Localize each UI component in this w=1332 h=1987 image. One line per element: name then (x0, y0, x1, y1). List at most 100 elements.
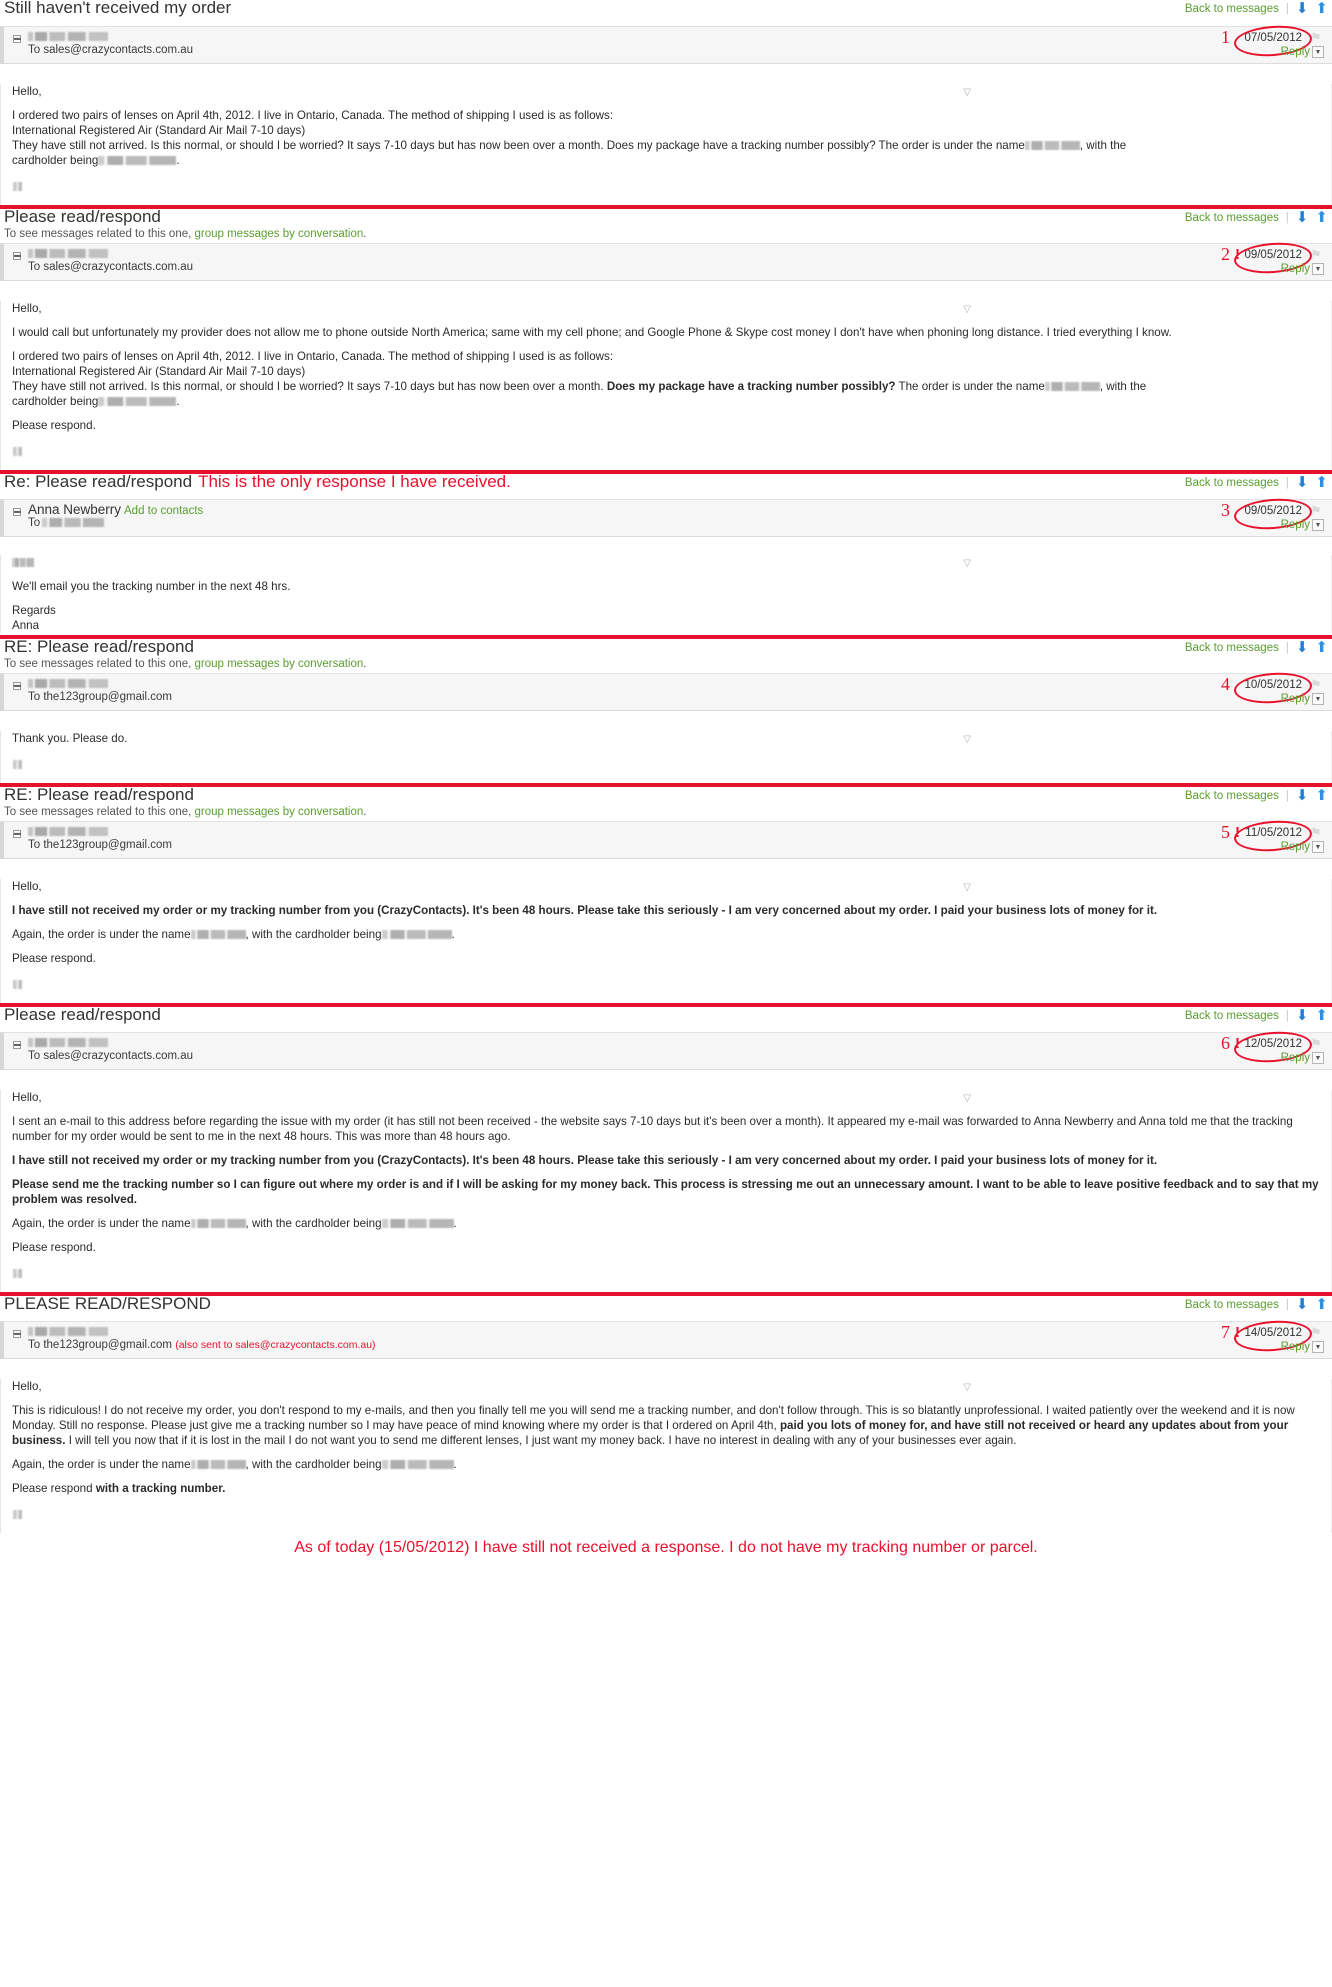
arrow-up-icon[interactable]: ⬆ (1315, 640, 1328, 655)
annotation-number: 4 (1221, 674, 1230, 694)
collapse-caret-icon[interactable]: ▽ (963, 1093, 971, 1104)
arrow-down-icon[interactable]: ⬇ (1296, 1, 1309, 16)
message-block-6: Please read/respond Back to messages | ⬇… (0, 1005, 1332, 1296)
message-header: ▬ To the123group@gmail.com 4 10/05/2012 … (0, 670, 1332, 711)
body-paragraph: Hello, (12, 1380, 42, 1393)
conversation-hint-suffix: . (363, 806, 367, 818)
divider: | (1285, 789, 1289, 802)
collapse-caret-icon[interactable]: ▽ (963, 87, 971, 98)
chevron-down-icon[interactable]: ▼ (1312, 693, 1324, 705)
expander-toggle-icon[interactable]: ▬ (13, 1041, 21, 1049)
arrow-down-icon[interactable]: ⬇ (1296, 210, 1309, 225)
collapse-caret-icon[interactable]: ▽ (963, 734, 971, 745)
arrow-up-icon[interactable]: ⬆ (1315, 1008, 1328, 1023)
back-to-messages-link[interactable]: Back to messages (1185, 477, 1279, 489)
reply-button[interactable]: Reply (1281, 1341, 1310, 1353)
reply-button[interactable]: Reply (1281, 693, 1310, 705)
header-actions: 6 ! 12/05/2012 ⚑ Reply ▼ (1196, 1029, 1326, 1069)
back-to-messages-link[interactable]: Back to messages (1185, 790, 1279, 802)
chevron-down-icon[interactable]: ▼ (1312, 1341, 1324, 1353)
group-by-conversation-link[interactable]: group messages by conversation (195, 658, 364, 670)
chevron-down-icon[interactable]: ▼ (1312, 1052, 1324, 1064)
back-to-messages-link[interactable]: Back to messages (1185, 3, 1279, 15)
reply-button[interactable]: Reply (1281, 841, 1310, 853)
arrow-up-icon[interactable]: ⬆ (1315, 475, 1328, 490)
flag-icon[interactable]: ⚑ (1310, 1326, 1324, 1340)
body-line: International Registered Air (Standard A… (12, 124, 306, 137)
redacted-name (1024, 141, 1080, 150)
reply-button[interactable]: Reply (1281, 46, 1310, 58)
expander-toggle-icon[interactable]: ▬ (13, 830, 21, 838)
chevron-down-icon[interactable]: ▼ (1312, 519, 1324, 531)
body-line-bold: Please send me the tracking number so I … (12, 1178, 1319, 1206)
message-date: 10/05/2012 (1244, 679, 1302, 691)
flag-icon[interactable]: ⚑ (1310, 31, 1324, 45)
recipient-address: To the123group@gmail.com (28, 1339, 173, 1351)
arrow-up-icon[interactable]: ⬆ (1315, 210, 1328, 225)
expander-toggle-icon[interactable]: ▬ (13, 252, 21, 260)
conversation-hint: To see messages related to this one, gro… (4, 658, 366, 670)
arrow-up-icon[interactable]: ⬆ (1315, 1, 1328, 16)
collapse-caret-icon[interactable]: ▽ (963, 882, 971, 893)
header-actions: 2 ! 09/05/2012 ⚑ Reply ▼ (1196, 240, 1326, 280)
chevron-down-icon[interactable]: ▼ (1312, 46, 1324, 58)
group-by-conversation-link[interactable]: group messages by conversation (195, 228, 364, 240)
collapse-caret-icon[interactable]: ▽ (963, 1382, 971, 1393)
arrow-down-icon[interactable]: ⬇ (1296, 640, 1309, 655)
reply-button[interactable]: Reply (1281, 263, 1310, 275)
flag-icon[interactable]: ⚑ (1310, 826, 1324, 840)
flag-icon[interactable]: ⚑ (1310, 504, 1324, 518)
back-to-messages-link[interactable]: Back to messages (1185, 1299, 1279, 1311)
arrow-up-icon[interactable]: ⬆ (1315, 1297, 1328, 1312)
annotation-number: 1 (1221, 27, 1230, 47)
message-body: ▽ Hello, This is ridiculous! I do not re… (0, 1379, 1332, 1533)
body-paragraph: I sent an e-mail to this address before … (12, 1115, 1293, 1143)
body-line-bold: I have still not received my order or my… (12, 904, 1158, 917)
back-to-messages-link[interactable]: Back to messages (1185, 1010, 1279, 1022)
collapse-caret-icon[interactable]: ▽ (963, 304, 971, 315)
add-to-contacts-link[interactable]: Add to contacts (124, 505, 203, 517)
expander-toggle-icon[interactable]: ▬ (13, 35, 21, 43)
reply-button[interactable]: Reply (1281, 1052, 1310, 1064)
message-topbar: Please read/respond To see messages rela… (0, 207, 1332, 243)
arrow-down-icon[interactable]: ⬇ (1296, 788, 1309, 803)
body-line: . (453, 1217, 457, 1230)
expander-toggle-icon[interactable]: ▬ (13, 682, 21, 690)
body-line: I ordered two pairs of lenses on April 4… (12, 350, 614, 363)
group-by-conversation-link[interactable]: group messages by conversation (195, 806, 364, 818)
message-block-1: Still haven't received my order Back to … (0, 0, 1332, 209)
back-to-messages-link[interactable]: Back to messages (1185, 212, 1279, 224)
body-paragraph: I would call but unfortunately my provid… (12, 326, 1172, 339)
body-line: . (176, 154, 180, 167)
chevron-down-icon[interactable]: ▼ (1312, 841, 1324, 853)
flag-icon[interactable]: ⚑ (1310, 678, 1324, 692)
arrow-down-icon[interactable]: ⬇ (1296, 475, 1309, 490)
reply-button[interactable]: Reply (1281, 519, 1310, 531)
body-paragraph: I ordered two pairs of lenses on April 4… (12, 108, 1321, 168)
arrow-down-icon[interactable]: ⬇ (1296, 1297, 1309, 1312)
message-topbar: Re: Please read/respond This is the only … (0, 472, 1332, 499)
arrow-up-icon[interactable]: ⬆ (1315, 788, 1328, 803)
body-paragraph: Hello, (12, 85, 42, 98)
body-paragraph: Please respond. (12, 1241, 96, 1254)
collapse-caret-icon[interactable]: ▽ (963, 558, 971, 569)
expander-toggle-icon[interactable]: ▬ (13, 1330, 21, 1338)
redacted-cardholder (98, 156, 177, 165)
page-title: Still haven't received my order (4, 0, 232, 17)
message-topbar: RE: Please read/respond To see messages … (0, 785, 1332, 821)
message-subject: RE: Please read/respond (4, 785, 194, 804)
flag-icon[interactable]: ⚑ (1310, 1037, 1324, 1051)
message-header: ▬ To sales@crazycontacts.com.au 6 ! 12/0… (0, 1029, 1332, 1070)
back-to-messages-link[interactable]: Back to messages (1185, 642, 1279, 654)
expander-toggle-icon[interactable]: ▬ (13, 508, 21, 516)
flag-icon[interactable]: ⚑ (1310, 248, 1324, 262)
annotation-exclamation: ! (1235, 246, 1240, 263)
arrow-down-icon[interactable]: ⬇ (1296, 1008, 1309, 1023)
annotation-number: 3 (1221, 500, 1230, 520)
divider: | (1285, 1009, 1289, 1022)
header-actions: 7 ! 14/05/2012 ⚑ Reply ▼ (1196, 1318, 1326, 1358)
chevron-down-icon[interactable]: ▼ (1312, 263, 1324, 275)
sender-name-redacted (28, 1038, 108, 1047)
recipient-also-note: (also sent to sales@crazycontacts.com.au… (175, 1339, 376, 1351)
message-block-3: Re: Please read/respond This is the only … (0, 472, 1332, 639)
